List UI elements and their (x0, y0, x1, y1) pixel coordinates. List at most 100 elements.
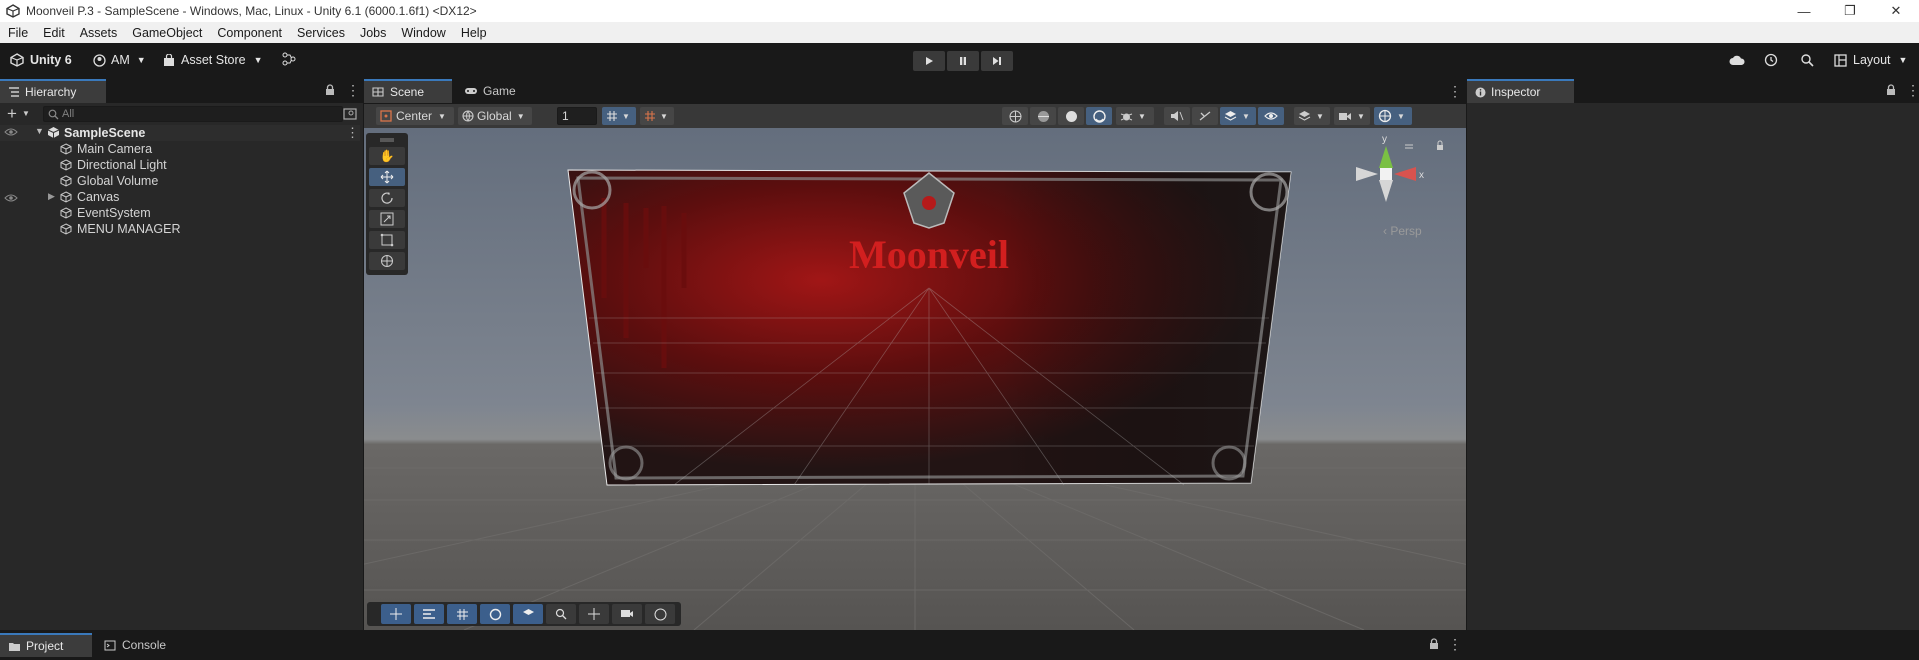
menu-services[interactable]: Services (297, 26, 345, 40)
space-mode-dropdown[interactable]: Global ▼ (458, 107, 532, 125)
gizmos-dropdown[interactable]: ▼ (1374, 107, 1412, 125)
rect-tool-button[interactable] (369, 231, 405, 249)
pause-button[interactable] (947, 51, 979, 71)
play-button[interactable] (913, 51, 945, 71)
close-button[interactable]: ✕ (1873, 0, 1919, 22)
gameobject-cube-icon (60, 191, 72, 203)
scene-viewport[interactable]: Moonveil y x (364, 128, 1466, 630)
menu-window[interactable]: Window (401, 26, 445, 40)
shaded-button[interactable] (1058, 107, 1084, 125)
camera-settings-dropdown[interactable]: ▼ (1334, 107, 1370, 125)
search-icon (1801, 54, 1814, 67)
tab-hierarchy[interactable]: Hierarchy (0, 79, 106, 103)
scene-visibility-dropdown[interactable]: ▼ (1220, 107, 1256, 125)
tab-project[interactable]: Project (0, 633, 92, 657)
hierarchy-search-input[interactable]: All (43, 106, 343, 122)
shaded-wireframe-button[interactable] (1030, 107, 1056, 125)
menu-edit[interactable]: Edit (43, 26, 65, 40)
chevron-down-icon[interactable]: ▼ (22, 109, 30, 118)
move-tool-button[interactable] (369, 168, 405, 186)
account-dropdown[interactable]: AM ▼ (93, 53, 146, 67)
hierarchy-item[interactable]: Global Volume (0, 173, 360, 189)
add-icon[interactable]: + (7, 104, 17, 124)
hand-tool-button[interactable]: ✋ (369, 147, 405, 165)
grid-size-field[interactable]: 1 (557, 107, 597, 125)
inspector-tab-label: Inspector (1491, 85, 1541, 99)
menu-help[interactable]: Help (461, 26, 487, 40)
step-button[interactable] (981, 51, 1013, 71)
increment-snap-dropdown[interactable]: ▼ (640, 107, 674, 125)
scale-tool-button[interactable] (369, 210, 405, 228)
unity-version-button[interactable]: Unity 6 (10, 53, 72, 67)
hierarchy-item[interactable]: Main Camera (0, 141, 360, 157)
hierarchy-item[interactable]: ▶ Canvas (0, 189, 360, 205)
layers-icon (522, 609, 534, 615)
persp-label[interactable]: ‹ Persp (1383, 224, 1422, 238)
overlay-search-button[interactable] (546, 604, 576, 624)
visibility-toggle-button[interactable] (1258, 107, 1284, 125)
maximize-button[interactable]: ❐ (1827, 0, 1873, 22)
overlay-compass-button[interactable] (645, 604, 675, 624)
menu-gameobject[interactable]: GameObject (132, 26, 202, 40)
minimize-button[interactable]: — (1781, 0, 1827, 22)
overlay-pivot-button[interactable] (579, 604, 609, 624)
lock-icon[interactable] (1429, 638, 1439, 653)
history-button[interactable] (1764, 53, 1778, 67)
menu-assets[interactable]: Assets (80, 26, 118, 40)
hierarchy-item[interactable]: Directional Light (0, 157, 360, 173)
overlay-shading-button[interactable] (480, 604, 510, 624)
move-arrows-icon (390, 608, 402, 620)
overlay-layers-button[interactable] (513, 604, 543, 624)
tool-drag-handle[interactable] (369, 136, 405, 144)
draw-mode-dropdown[interactable]: ▼ (1116, 107, 1154, 125)
more-options-icon[interactable]: ⋮ (1448, 637, 1462, 651)
hierarchy-item[interactable]: EventSystem (0, 205, 360, 221)
grid-snap-dropdown[interactable]: ▼ (602, 107, 636, 125)
expand-arrow-icon[interactable]: ▶ (48, 191, 55, 202)
overlay-grid-button[interactable] (447, 604, 477, 624)
transform-tools: ✋ (366, 133, 408, 275)
menu-file[interactable]: File (8, 26, 28, 40)
visibility-eye-icon[interactable] (4, 126, 18, 140)
visibility-eye-icon[interactable] (4, 192, 18, 206)
scene-view-toolbar: Center ▼ Global ▼ 1 ▼ ▼ ▼ ▼ ▼ ▼ ▼ (364, 104, 1466, 128)
tab-console[interactable]: Console (96, 633, 186, 657)
universal-transform-icon (381, 255, 393, 267)
overlay-align-button[interactable] (414, 604, 444, 624)
inspector-panel: Inspector ⋮ (1467, 79, 1919, 630)
asset-store-dropdown[interactable]: Asset Store ▼ (163, 53, 263, 67)
layout-dropdown[interactable]: Layout ▼ (1834, 53, 1907, 67)
layers-dropdown[interactable]: ▼ (1294, 107, 1330, 125)
fx-toggle-button[interactable] (1192, 107, 1218, 125)
wireframe-sphere-icon (1009, 110, 1021, 122)
rotate-tool-button[interactable] (369, 189, 405, 207)
chevron-down-icon: ▼ (516, 111, 525, 121)
toggle-2d-button[interactable] (1164, 107, 1190, 125)
overlay-camera-button[interactable] (612, 604, 642, 624)
transform-tool-button[interactable] (369, 252, 405, 270)
tab-game[interactable]: Game (456, 79, 526, 103)
hierarchy-item[interactable]: MENU MANAGER (0, 221, 360, 237)
more-options-icon[interactable]: ⋮ (1906, 83, 1919, 97)
overlay-toolbar (367, 602, 681, 626)
hierarchy-scene-row[interactable]: ▼ SampleScene ⋮ (0, 125, 360, 141)
more-options-icon[interactable]: ⋮ (346, 83, 360, 97)
lock-icon[interactable] (325, 84, 335, 99)
search-button[interactable] (1800, 53, 1814, 67)
menu-canvas-panel (567, 169, 1292, 486)
version-control-button[interactable] (282, 52, 296, 66)
lit-shading-button[interactable] (1086, 107, 1112, 125)
lock-icon[interactable] (1886, 84, 1896, 99)
menu-jobs[interactable]: Jobs (360, 26, 386, 40)
more-options-icon[interactable]: ⋮ (346, 125, 359, 141)
wireframe-shading-button[interactable] (1002, 107, 1028, 125)
expand-arrow-icon[interactable]: ▼ (35, 126, 44, 136)
tab-inspector[interactable]: Inspector (1467, 79, 1574, 103)
overlay-move-button[interactable] (381, 604, 411, 624)
more-options-icon[interactable]: ⋮ (1448, 84, 1462, 98)
tab-scene[interactable]: Scene (364, 79, 452, 103)
cloud-button[interactable] (1729, 54, 1745, 66)
filter-search-icon[interactable] (343, 108, 357, 120)
menu-component[interactable]: Component (217, 26, 282, 40)
pivot-mode-dropdown[interactable]: Center ▼ (376, 107, 454, 125)
